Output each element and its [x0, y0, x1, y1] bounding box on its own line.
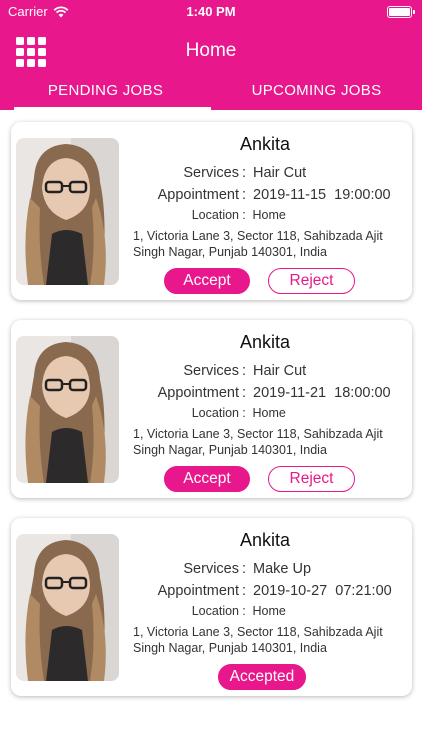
top-bar: Carrier 1:40 PM Home PENDING JOBS UPCOMI… [0, 0, 422, 110]
client-name: Ankita [239, 332, 291, 352]
client-photo [16, 336, 119, 483]
status-time: 1:40 PM [186, 4, 236, 19]
services-value: Make Up [253, 561, 312, 577]
appointment-label: Appointment [157, 385, 239, 401]
appointment-row: Appointment: 2019-11-21 18:00:00 [131, 385, 402, 401]
reject-button[interactable]: Reject [268, 268, 355, 294]
separator: : [241, 385, 247, 401]
separator: : [241, 165, 247, 181]
location-label: Location [191, 406, 239, 420]
location-value: Home [252, 604, 286, 618]
location-label: Location [191, 604, 239, 618]
services-value: Hair Cut [253, 165, 307, 181]
job-card: Ankita Services: Hair Cut Appointment: 2… [11, 320, 412, 498]
tab-bar: PENDING JOBS UPCOMING JOBS [0, 74, 422, 110]
client-photo [16, 534, 119, 681]
separator: : [241, 561, 247, 577]
location-label: Location [191, 208, 239, 222]
appointment-label: Appointment [157, 583, 239, 599]
reject-button[interactable]: Reject [268, 466, 355, 492]
location-value: Home [252, 406, 286, 420]
location-row: Location: Home [131, 406, 402, 420]
separator: : [241, 363, 247, 379]
app-screen: Carrier 1:40 PM Home PENDING JOBS UPCOMI… [0, 0, 422, 750]
separator: : [241, 583, 247, 599]
appointment-value: 2019-11-21 18:00:00 [253, 385, 391, 401]
separator: : [242, 208, 246, 222]
separator: : [242, 604, 246, 618]
location-row: Location: Home [131, 604, 402, 618]
appointment-label: Appointment [157, 187, 239, 203]
location-value: Home [252, 208, 286, 222]
tab-pending-jobs[interactable]: PENDING JOBS [0, 74, 211, 110]
services-row: Services: Make Up [131, 561, 402, 577]
address-text: 1, Victoria Lane 3, Sector 118, Sahibzad… [133, 625, 383, 655]
services-label: Services [183, 363, 239, 379]
services-label: Services [183, 165, 239, 181]
services-label: Services [183, 561, 239, 577]
status-bar: Carrier 1:40 PM [0, 0, 422, 24]
accepted-badge-button[interactable]: Accepted [218, 664, 306, 690]
location-row: Location: Home [131, 208, 402, 222]
tab-upcoming-jobs[interactable]: UPCOMING JOBS [211, 74, 422, 110]
appointment-value: 2019-10-27 07:21:00 [253, 583, 392, 599]
job-card: Ankita Services: Make Up Appointment: 20… [11, 518, 412, 696]
appointment-value: 2019-11-15 19:00:00 [253, 187, 391, 203]
address-text: 1, Victoria Lane 3, Sector 118, Sahibzad… [133, 229, 383, 259]
client-photo [16, 138, 119, 285]
services-row: Services: Hair Cut [131, 363, 402, 379]
address-text: 1, Victoria Lane 3, Sector 118, Sahibzad… [133, 427, 383, 457]
client-name: Ankita [239, 530, 291, 550]
battery-icon [387, 6, 415, 18]
separator: : [241, 187, 247, 203]
services-value: Hair Cut [253, 363, 307, 379]
services-row: Services: Hair Cut [131, 165, 402, 181]
accept-button[interactable]: Accept [164, 466, 250, 492]
appointment-row: Appointment: 2019-10-27 07:21:00 [131, 583, 402, 599]
page-title: Home [185, 40, 237, 61]
accept-button[interactable]: Accept [164, 268, 250, 294]
job-card: Ankita Services: Hair Cut Appointment: 2… [11, 122, 412, 300]
separator: : [242, 406, 246, 420]
client-name: Ankita [239, 134, 291, 154]
appointment-row: Appointment: 2019-11-15 19:00:00 [131, 187, 402, 203]
